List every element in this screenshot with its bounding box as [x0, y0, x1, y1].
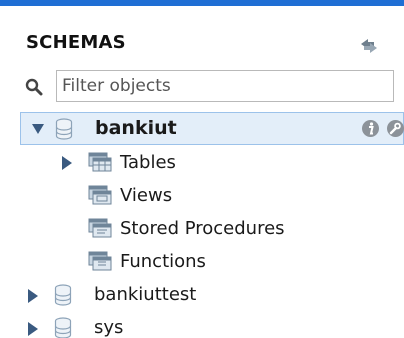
tree-item-views[interactable]: Views	[60, 180, 360, 213]
functions-folder-icon	[88, 251, 112, 271]
schema-name-sys: sys	[94, 317, 124, 338]
schema-row-bankiuttest[interactable]: bankiuttest	[20, 279, 404, 312]
schemas-header: SCHEMAS	[0, 6, 404, 68]
tree-item-functions[interactable]: Functions	[60, 246, 360, 279]
tables-folder-icon	[88, 152, 112, 172]
tree-item-label: Stored Procedures	[120, 218, 285, 239]
schema-row-bankiut[interactable]: bankiut	[20, 112, 404, 145]
database-icon	[54, 284, 72, 306]
tree-item-tables[interactable]: Tables	[60, 147, 360, 180]
database-icon	[54, 317, 72, 338]
views-folder-icon	[88, 185, 112, 205]
search-row	[0, 68, 404, 108]
info-icon[interactable]	[361, 119, 380, 138]
schema-row-sys[interactable]: sys	[20, 312, 404, 338]
tree-item-stored-procedures[interactable]: Stored Procedures	[60, 213, 360, 246]
collapsed-arrow-icon[interactable]	[26, 321, 40, 337]
refresh-arrows-icon[interactable]	[358, 37, 380, 55]
procedures-folder-icon	[88, 218, 112, 238]
schema-name-bankiuttest: bankiuttest	[94, 284, 197, 305]
collapsed-arrow-icon[interactable]	[60, 155, 74, 171]
search-icon	[25, 78, 43, 96]
filter-objects-input[interactable]	[56, 70, 394, 102]
tree-item-label: Tables	[120, 152, 176, 173]
tree-item-label: Functions	[120, 251, 206, 272]
database-icon	[55, 118, 73, 140]
expanded-arrow-icon[interactable]	[31, 121, 45, 137]
schemas-title: SCHEMAS	[26, 32, 126, 53]
schema-name-bankiut: bankiut	[95, 117, 177, 139]
wrench-icon[interactable]	[386, 119, 404, 138]
tree-item-label: Views	[120, 185, 173, 206]
collapsed-arrow-icon[interactable]	[26, 288, 40, 304]
